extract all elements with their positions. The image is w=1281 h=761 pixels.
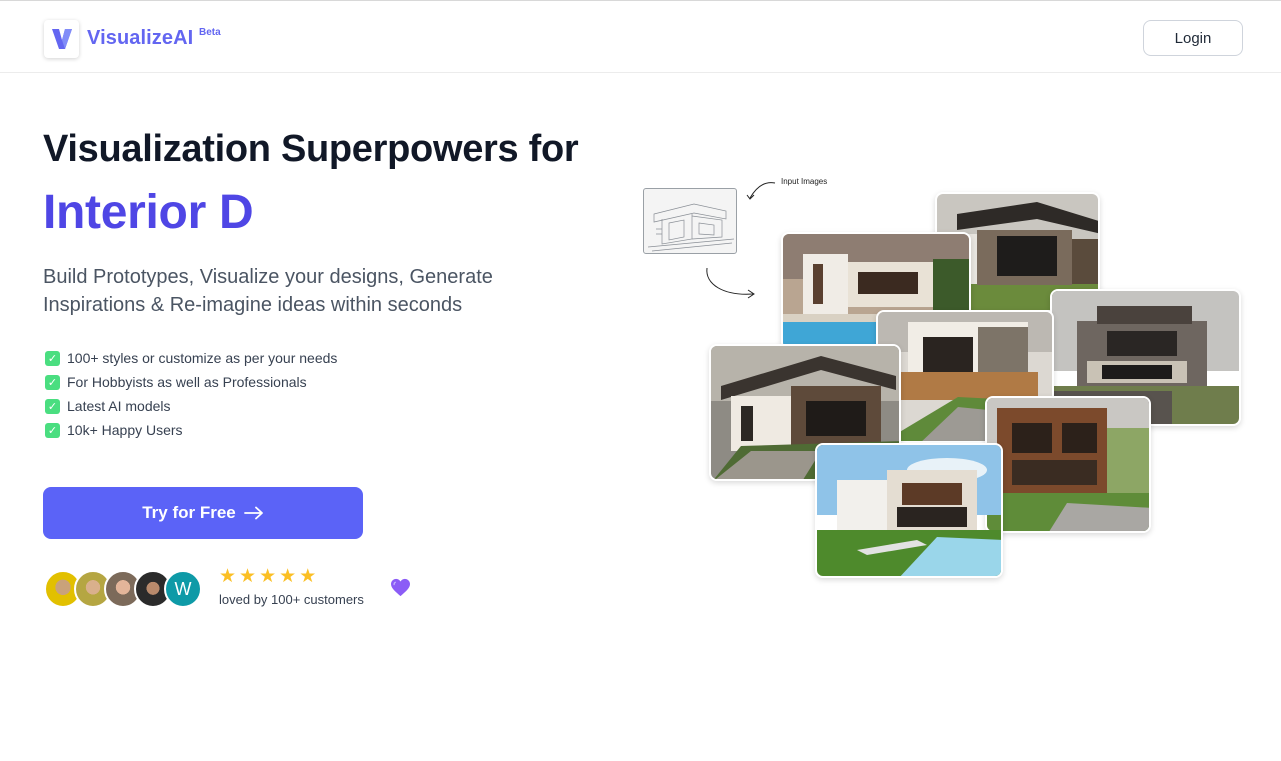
feature-text: 10k+ Happy Users [67, 422, 183, 438]
logo[interactable] [44, 20, 79, 58]
star-icon: ★ [259, 566, 277, 587]
input-sketch-image [643, 188, 737, 254]
star-icon: ★ [299, 566, 317, 587]
hero-typed-text: Interior D [43, 186, 254, 239]
site-header: VisualizeAI Beta Login [0, 3, 1281, 73]
loved-by-text: loved by 100+ customers [219, 592, 364, 607]
customer-avatars: W [44, 570, 214, 608]
curved-arrow-icon [746, 182, 776, 200]
star-icon: ★ [219, 566, 237, 587]
star-icon: ★ [279, 566, 297, 587]
check-icon: ✓ [45, 374, 60, 390]
hero-title: Visualization Superpowers for [43, 128, 579, 170]
feature-text: 100+ styles or customize as per your nee… [67, 350, 338, 366]
feature-text: Latest AI models [67, 398, 171, 414]
feature-text: For Hobbyists as well as Professionals [67, 374, 307, 390]
feature-item: ✓ Latest AI models [45, 394, 337, 418]
check-icon: ✓ [45, 398, 60, 414]
input-images-label: Input Images [781, 177, 828, 186]
feature-item: ✓ 100+ styles or customize as per your ne… [45, 346, 337, 370]
rating-stars: ★ ★ ★ ★ ★ [219, 567, 316, 587]
check-icon: ✓ [45, 422, 60, 438]
purple-heart-icon [391, 578, 410, 597]
login-button[interactable]: Login [1143, 20, 1243, 56]
gallery-image [985, 396, 1151, 533]
beta-badge: Beta [199, 27, 221, 38]
logo-v-icon [51, 29, 72, 49]
feature-list: ✓ 100+ styles or customize as per your ne… [45, 346, 337, 442]
curved-arrow-icon [706, 267, 755, 299]
hero-subtitle: Build Prototypes, Visualize your designs… [43, 266, 493, 316]
try-for-free-button[interactable]: Try for Free [43, 487, 363, 539]
gallery-image [815, 443, 1003, 578]
star-icon: ★ [239, 566, 257, 587]
feature-item: ✓ For Hobbyists as well as Professionals [45, 370, 337, 394]
check-icon: ✓ [45, 350, 60, 366]
brand-name[interactable]: VisualizeAI [87, 27, 193, 50]
avatar: W [164, 570, 202, 608]
try-for-free-label: Try for Free [142, 503, 236, 522]
feature-item: ✓ 10k+ Happy Users [45, 418, 337, 442]
arrow-right-icon [243, 506, 263, 520]
